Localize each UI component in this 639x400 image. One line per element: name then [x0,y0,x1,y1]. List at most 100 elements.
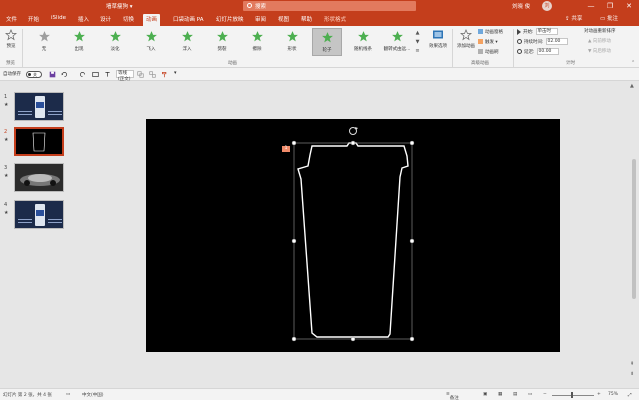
resize-handle [409,140,415,146]
autosave-toggle[interactable]: 关 [26,71,42,78]
fit-slide-icon[interactable]: ⤢ [628,392,632,398]
tab-pocket-animation[interactable]: 口袋动画 PA [170,14,206,24]
comment-label: 批注 [606,16,618,22]
accessibility-icon[interactable]: ▭ [66,392,70,397]
tab-review[interactable]: 审阅 [252,14,269,24]
avatar[interactable]: 刘 [542,1,552,11]
start-from-beginning-icon[interactable] [92,71,99,78]
animation-split[interactable]: 劈裂 [207,28,237,56]
undo-icon[interactable] [61,71,68,78]
zoom-out-icon[interactable]: − [543,392,547,397]
clock-icon [517,39,522,44]
move-earlier-button[interactable]: ▲ 向前移动 [588,38,611,44]
customize-toolbar-icon[interactable]: ▾ [174,70,177,76]
tab-slideshow[interactable]: 幻灯片放映 [213,14,247,24]
redo-icon[interactable] [79,71,86,78]
font-select[interactable]: 等线 (正文) [116,70,134,82]
prev-slide-icon[interactable]: ⇞ [630,361,634,367]
delay-input[interactable]: 00.00 [536,48,559,55]
language-status[interactable]: 中文(中国) [82,392,104,398]
scroll-up-icon[interactable]: ▲ [630,83,634,89]
group-icon[interactable] [137,71,144,78]
ungroup-icon[interactable] [149,71,156,78]
animation-label: 擦除 [252,47,262,52]
trigger-button[interactable]: 触发 ▾ [478,39,498,45]
slide-canvas[interactable]: 1 [146,119,560,352]
animation-random-bars[interactable]: 随机线条 [348,28,378,56]
star-icon [145,31,157,42]
tab-shape-format[interactable]: 形状格式 [321,14,349,24]
normal-view-icon[interactable]: ▣ [483,392,487,397]
gallery-more-icon[interactable]: ≡ [414,47,421,56]
share-button[interactable]: ⇪ 共享 [565,14,582,22]
tab-view[interactable]: 视图 [275,14,292,24]
preview-button[interactable]: 预览 [3,29,19,49]
gallery-up-icon[interactable]: ▲ [414,29,421,38]
animation-label: 飞入 [146,47,156,52]
tab-animations[interactable]: 动画 [143,14,161,26]
star-icon [321,32,333,43]
effect-options-button[interactable]: 效果选项 [425,29,451,49]
slide-sorter-icon[interactable]: ▦ [498,392,502,397]
gallery-down-icon[interactable]: ▼ [414,38,421,47]
add-animation-button[interactable]: 添加动画 [455,29,477,49]
animation-wipe[interactable]: 擦除 [242,28,272,56]
tab-design[interactable]: 设计 [97,14,114,24]
tab-home[interactable]: 开始 [25,14,42,24]
animation-fade[interactable]: 淡化 [100,28,130,56]
move-later-button[interactable]: ▼ 向后移动 [588,48,611,54]
animation-pane-button[interactable]: 动画窗格 [478,29,503,35]
format-painter-icon[interactable] [161,71,168,78]
text-direction-icon[interactable] [104,71,111,78]
restore-button[interactable]: ❐ [603,0,617,12]
search-box[interactable]: 搜索 [243,1,416,11]
notes-button[interactable]: ≡ 备注 [446,392,459,400]
animation-shape[interactable]: 形状 [277,28,307,56]
group-label-animation: 动画 [228,61,237,66]
comment-button[interactable]: ▭ 批注 [600,14,618,22]
animation-float-in[interactable]: 浮入 [172,28,202,56]
thumbnail-slide[interactable]: 4 ★ [0,200,74,230]
thumbnail-slide[interactable]: 3 ★ [0,163,74,193]
slide-content [291,127,415,342]
vertical-scrollbar[interactable]: ▲ ⇞ ⇟ [629,81,639,387]
minimize-button[interactable]: — [584,0,598,12]
user-name[interactable]: 刘晓 俊 [512,2,530,10]
zoom-in-icon[interactable]: + [597,392,601,397]
painter-label: 动画刷 [485,50,499,55]
star-icon [286,31,298,42]
animation-none[interactable]: 无 [29,28,59,56]
animation-order-tag[interactable]: 1 [282,146,290,152]
zoom-slider-thumb[interactable] [571,392,573,398]
selection-box [293,142,413,340]
close-button[interactable]: ✕ [622,0,636,12]
tab-transitions[interactable]: 切换 [120,14,137,24]
search-placeholder: 搜索 [255,4,267,10]
animation-wheel[interactable]: 轮子 [312,28,342,56]
thumbnail-slide[interactable]: 1 ★ [0,92,74,122]
animation-label: 无 [41,47,47,52]
tab-help[interactable]: 帮助 [298,14,315,24]
next-slide-icon[interactable]: ⇟ [630,371,634,377]
thumbnail-slide-selected[interactable]: 2 ★ [0,127,74,157]
tab-file[interactable]: 文件 [3,14,20,24]
zoom-slider[interactable] [552,395,594,396]
animation-appear[interactable]: 出现 [64,28,94,56]
animation-painter-button[interactable]: 动画刷 [478,49,499,55]
zoom-level[interactable]: 75% [608,392,618,397]
delay-label: 延迟: [524,50,535,55]
start-select[interactable]: 单击时 [535,28,558,35]
save-icon[interactable] [49,71,56,78]
duration-input[interactable]: 02.00 [545,38,568,45]
document-title[interactable]: 墙草瘦狗 ▾ [106,2,133,10]
slideshow-icon[interactable]: ▭ [528,392,532,397]
reading-view-icon[interactable]: ▤ [513,392,517,397]
animation-label: 出现 [74,47,84,52]
collapse-ribbon-icon[interactable]: ⌃ [631,60,635,66]
tab-islide[interactable]: iSlide [48,14,69,22]
animation-fly-in[interactable]: 飞入 [136,28,166,56]
tab-insert[interactable]: 插入 [75,14,92,24]
animation-grow-turn[interactable]: 翻转式由远... [382,28,412,56]
star-icon [216,31,228,42]
scroll-thumb[interactable] [632,159,636,299]
